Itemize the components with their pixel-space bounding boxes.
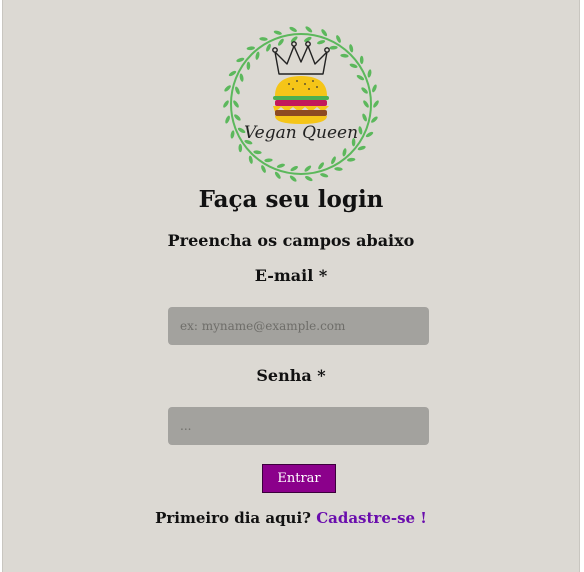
wreath-leaf xyxy=(259,37,268,41)
email-label: E-mail * xyxy=(254,266,328,285)
wreath-leaf xyxy=(349,44,354,53)
wreath-leaf xyxy=(225,115,230,124)
password-field[interactable] xyxy=(168,407,429,445)
wreath-leaf xyxy=(234,114,241,121)
wreath-leaf xyxy=(248,155,253,164)
wreath-leaf xyxy=(255,51,260,60)
page-title: Faça seu login xyxy=(198,186,384,213)
wreath-leaf xyxy=(372,84,377,93)
wreath-leaf xyxy=(318,162,325,170)
wreath-leaf xyxy=(246,61,251,70)
wreath-leaf xyxy=(228,70,237,77)
wreath-leaf xyxy=(246,46,255,51)
wreath-leaf xyxy=(359,55,364,65)
vegan-queen-logo: Vegan Queen xyxy=(219,24,383,184)
wreath-leaf xyxy=(235,86,240,95)
wreath-leaf xyxy=(290,166,298,172)
burger-crown-logo-icon: Vegan Queen xyxy=(223,26,379,182)
wreath-leaf xyxy=(367,69,372,78)
wreath-leaf xyxy=(224,85,231,92)
wreath-leaf xyxy=(305,176,313,182)
wreath-leaf xyxy=(289,26,297,32)
wreath-leaf xyxy=(357,145,366,151)
wreath-leaf xyxy=(238,143,243,153)
wreath-leaf xyxy=(371,116,378,123)
submit-button[interactable]: Entrar xyxy=(262,464,336,493)
wreath-leaf xyxy=(347,157,356,162)
wreath-leaf xyxy=(253,150,262,155)
wreath-leaf xyxy=(230,130,235,139)
password-label: Senha * xyxy=(256,366,326,385)
wreath-leaf xyxy=(289,175,297,182)
wreath-leaf xyxy=(349,63,358,68)
login-page: Vegan Queen Faça seu login Preencha os c… xyxy=(2,0,580,572)
wreath-leaf xyxy=(223,100,229,108)
logo-text: Vegan Queen xyxy=(244,123,358,143)
email-field[interactable] xyxy=(168,307,429,345)
wreath-leaf xyxy=(321,29,328,37)
page-subtitle: Preencha os campos abaixo xyxy=(167,231,415,250)
wreath-leaf xyxy=(317,40,326,45)
wreath-leaf xyxy=(365,131,374,138)
wreath-leaf xyxy=(276,163,285,168)
signup-prompt-text: Primeiro dia aqui? xyxy=(155,509,311,527)
wreath-leaf xyxy=(363,100,369,108)
wreath-leaf xyxy=(331,156,336,165)
wreath-leaf xyxy=(239,73,244,82)
wreath-leaf xyxy=(320,173,329,178)
wreath-leaf xyxy=(342,148,347,157)
wreath-leaf xyxy=(336,35,341,43)
signup-prompt: Primeiro dia aqui? Cadastre-se ! xyxy=(3,509,579,527)
wreath-leaf xyxy=(305,26,313,33)
wreath-leaf xyxy=(274,171,281,179)
wreath-leaf xyxy=(236,57,245,63)
wreath-leaf xyxy=(340,53,349,58)
wreath-leaf xyxy=(362,113,367,122)
wreath-leaf xyxy=(277,38,284,46)
wreath-leaf xyxy=(266,43,271,52)
wreath-leaf xyxy=(358,126,363,135)
wreath-leaf xyxy=(233,100,239,108)
wreath-leaf xyxy=(356,74,365,81)
wreath-leaf xyxy=(334,167,343,171)
wreath-leaf xyxy=(273,30,282,35)
wreath-leaf xyxy=(304,165,312,172)
signup-link[interactable]: Cadastre-se ! xyxy=(316,509,427,527)
wreath-leaf xyxy=(261,165,266,173)
wreath-leaf xyxy=(264,158,273,163)
wreath-leaf xyxy=(329,45,338,50)
wreath-leaf xyxy=(373,100,379,108)
wreath-leaf xyxy=(361,87,368,94)
